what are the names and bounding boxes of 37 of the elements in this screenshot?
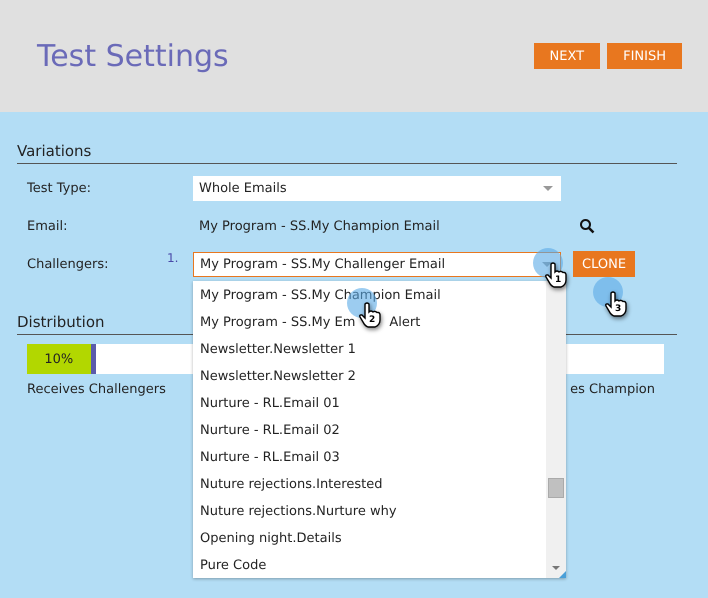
field-label: Test Type: bbox=[27, 180, 92, 196]
step-number: 3 bbox=[615, 304, 622, 314]
search-icon[interactable] bbox=[579, 218, 595, 234]
scrollbar-thumb[interactable] bbox=[548, 478, 564, 498]
dropdown-option-text[interactable]: Alert bbox=[389, 309, 420, 336]
slider-handle[interactable] bbox=[90, 344, 96, 374]
dropdown-option[interactable]: Nurture - RL.Email 03 bbox=[200, 444, 340, 471]
bar-label: Receives Challengers bbox=[27, 382, 166, 397]
email-value: My Program - SS.My Champion Email bbox=[198, 218, 441, 234]
field-label: Challengers: bbox=[27, 256, 110, 272]
step-number: 2 bbox=[369, 315, 376, 325]
dropdown-option[interactable]: Opening night.Details bbox=[200, 525, 342, 552]
dropdown-option[interactable]: Newsletter.Newsletter 1 bbox=[200, 336, 356, 363]
challenger-select[interactable]: My Program - SS.My Challenger Email bbox=[193, 252, 561, 276]
bar-label: es Champion bbox=[570, 382, 655, 397]
dropdown-option[interactable]: Nurture - RL.Email 02 bbox=[200, 417, 340, 444]
dropdown-option[interactable]: My Program - SS.My Em bbox=[200, 309, 356, 336]
scroll-down-icon[interactable] bbox=[552, 566, 560, 570]
test-type-select[interactable]: Whole Emails bbox=[193, 176, 561, 200]
hand-cursor-icon bbox=[605, 291, 627, 317]
dropdown-option[interactable]: Pure Code bbox=[200, 552, 266, 579]
dropdown-option[interactable]: Nuture rejections.Nurture why bbox=[200, 498, 397, 525]
section-heading: Variations bbox=[17, 142, 92, 160]
scrollbar[interactable] bbox=[546, 281, 566, 578]
dropdown-option[interactable]: Nuture rejections.Interested bbox=[200, 471, 382, 498]
dropdown-option[interactable]: Newsletter.Newsletter 2 bbox=[200, 363, 356, 390]
field-label: Email: bbox=[27, 218, 68, 234]
caret-icon bbox=[543, 186, 553, 190]
resize-grip-icon[interactable] bbox=[559, 571, 566, 578]
challenger-number: 1. bbox=[167, 250, 180, 265]
hand-cursor-icon bbox=[359, 302, 381, 328]
page-title: Test Settings bbox=[37, 38, 229, 74]
percent-label: 10% bbox=[44, 352, 74, 366]
dropdown-option[interactable]: Nurture - RL.Email 01 bbox=[200, 390, 340, 417]
section-heading: Distribution bbox=[17, 313, 105, 331]
step-number: 1 bbox=[555, 275, 562, 285]
dropdown-option[interactable]: My Program - SS.My Champion Email bbox=[200, 282, 441, 309]
